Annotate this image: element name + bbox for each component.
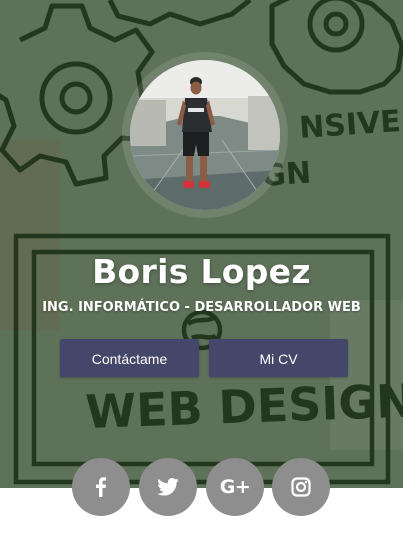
hero-section: NSIVE GN WEB DESIGN Boris Lopez ING. INF…: [0, 0, 403, 488]
twitter-button[interactable]: [139, 458, 197, 516]
facebook-button[interactable]: [72, 458, 130, 516]
instagram-icon: [291, 477, 311, 497]
profile-photo: [130, 60, 280, 210]
google-plus-icon: G+: [219, 476, 251, 498]
instagram-button[interactable]: [272, 458, 330, 516]
facebook-icon: [96, 477, 107, 497]
google-plus-button[interactable]: G+: [206, 458, 264, 516]
contact-button[interactable]: Contáctame: [60, 339, 199, 377]
profile-title: ING. INFORMÁTICO - DESARROLLADOR WEB: [42, 300, 361, 315]
twitter-icon: [157, 478, 179, 496]
cv-button[interactable]: Mi CV: [209, 339, 348, 377]
profile-name: Boris Lopez: [92, 252, 311, 291]
avatar: [130, 60, 280, 210]
profile-page: NSIVE GN WEB DESIGN Boris Lopez ING. INF…: [0, 0, 403, 540]
